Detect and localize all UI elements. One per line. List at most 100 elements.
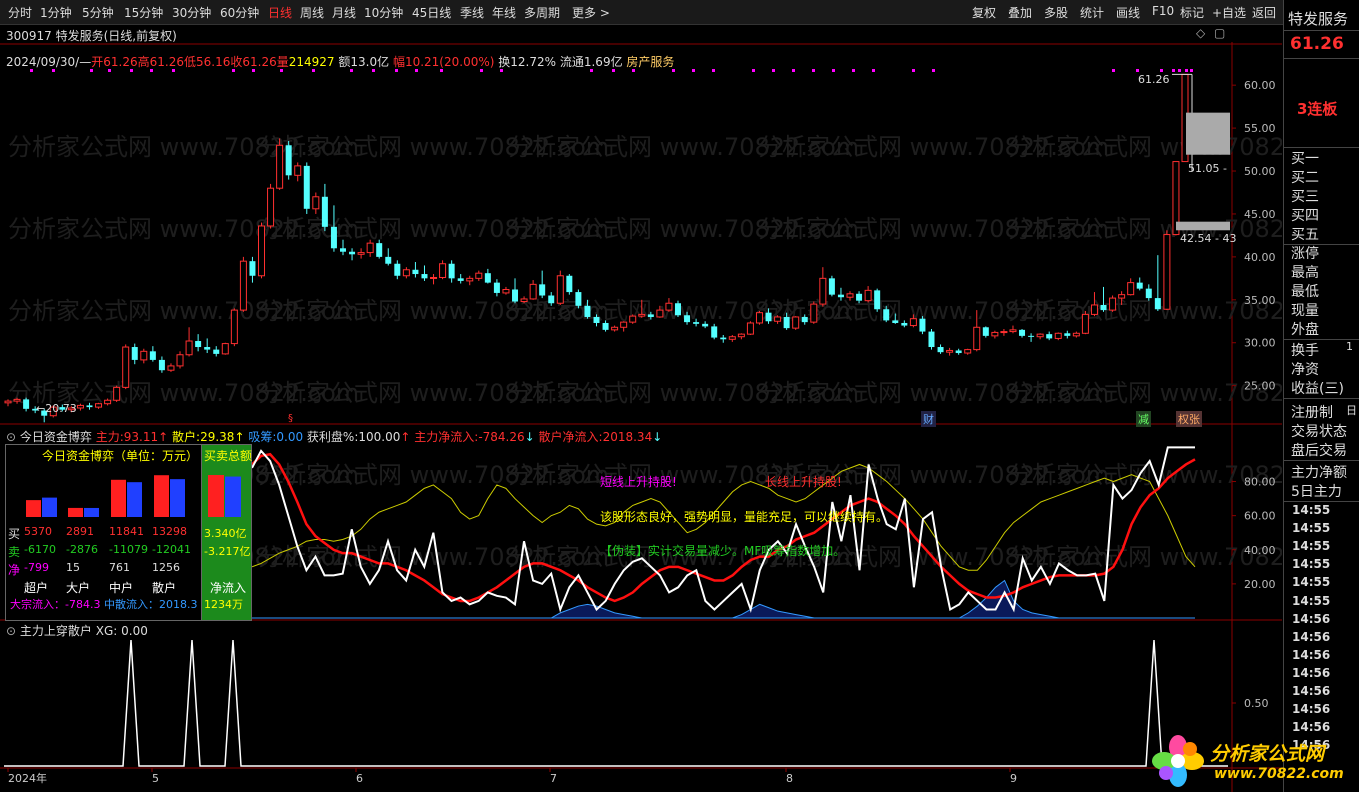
signal-dot bbox=[150, 69, 153, 72]
fund-sell-3: -12041 bbox=[152, 543, 191, 556]
logo-url: www.70822.com bbox=[1214, 766, 1344, 782]
candle bbox=[402, 267, 410, 279]
tick-time: 14:55 bbox=[1292, 503, 1331, 517]
candle bbox=[1127, 278, 1135, 296]
candle bbox=[566, 274, 573, 295]
candle bbox=[258, 222, 266, 279]
candle bbox=[964, 348, 972, 355]
x-axis-label: 7 bbox=[550, 772, 557, 785]
side-other-2: 盘后交易 bbox=[1291, 443, 1347, 459]
candle bbox=[611, 325, 619, 332]
signal-dot bbox=[752, 69, 755, 72]
candle bbox=[113, 385, 121, 402]
x-axis-label: 5 bbox=[152, 772, 159, 785]
tick-time: 14:55 bbox=[1292, 539, 1331, 554]
signal-dot bbox=[692, 69, 695, 72]
candle bbox=[529, 280, 537, 300]
signal-dot bbox=[1160, 69, 1163, 72]
indicator2-header: ⊙ 主力上穿散户 XG: 0.00 bbox=[6, 622, 148, 639]
candle bbox=[864, 286, 872, 303]
side-levels-3: 买四 bbox=[1291, 208, 1319, 224]
fund-buy-2: 11841 bbox=[109, 525, 144, 538]
signal-dot bbox=[1112, 69, 1115, 72]
finance-marker[interactable]: 财 bbox=[921, 411, 936, 427]
candle bbox=[991, 330, 999, 339]
watermark-text: 分析家公式网 www.70822.com bbox=[1008, 461, 1282, 489]
signal-dot bbox=[1178, 69, 1181, 72]
signal-dot bbox=[500, 69, 503, 72]
dazong-flow: 大宗流入：-784.3 bbox=[10, 598, 101, 611]
candle bbox=[176, 351, 184, 369]
fund-net-3: 1256 bbox=[152, 561, 180, 574]
signal-dot bbox=[415, 69, 418, 72]
indicator1-header: ⊙ 今日资金博弈 主力:93.11↑ 散户:29.38↑ 吸筹:0.00 获利盘… bbox=[6, 430, 663, 444]
candle bbox=[937, 344, 944, 354]
candle bbox=[95, 402, 103, 409]
candle bbox=[556, 270, 564, 305]
candle bbox=[276, 138, 284, 190]
kline-chart[interactable]: 分析家公式网 www.70822.com 分析家公式网 www.70822.com… bbox=[0, 0, 1282, 792]
price-axis-tick: 55.00 bbox=[1244, 122, 1276, 135]
collapse-icon[interactable]: ⊙ bbox=[6, 430, 16, 444]
signal-dot bbox=[130, 69, 133, 72]
candle bbox=[728, 335, 736, 342]
tick-time: 14:56 bbox=[1292, 684, 1331, 698]
short-term-text: 短线上升持股! bbox=[600, 475, 677, 489]
side-stats2-2: 收益(三) bbox=[1291, 381, 1344, 397]
candle bbox=[737, 333, 745, 340]
candle bbox=[330, 205, 337, 252]
candle bbox=[230, 308, 238, 347]
side-stats-1: 最高 bbox=[1291, 265, 1319, 281]
candle bbox=[466, 275, 474, 286]
quote-sidepanel: 特发服务 61.26 3连板 买一 买二 买三 买四 买五 涨停 最高 最低 现量 外盘 换手 净资收… bbox=[1283, 0, 1359, 792]
candle bbox=[430, 274, 438, 285]
total-sell-bar bbox=[225, 476, 241, 517]
candle bbox=[349, 248, 356, 261]
candle bbox=[1163, 230, 1171, 311]
candle bbox=[412, 262, 419, 278]
signal-dot bbox=[480, 69, 483, 72]
side-misc-1: 日 bbox=[1346, 404, 1357, 417]
indicator-axis-tick: 80.00 bbox=[1244, 476, 1276, 489]
net-inflow-total: 1234万 bbox=[204, 598, 243, 611]
site-logo: 分析家公式网 www.70822.com bbox=[1150, 733, 1350, 789]
tick-time: 14:56 bbox=[1292, 647, 1331, 662]
candle bbox=[294, 162, 302, 182]
collapse-icon-2[interactable]: ⊙ bbox=[6, 624, 16, 638]
candle bbox=[239, 256, 247, 312]
candle bbox=[385, 248, 392, 266]
rights-marker[interactable]: 权张 bbox=[1176, 411, 1202, 427]
signal-dot bbox=[252, 69, 255, 72]
candle bbox=[267, 183, 275, 229]
signal-dot bbox=[772, 69, 775, 72]
signal-dot bbox=[852, 69, 855, 72]
candle bbox=[629, 314, 637, 324]
signal-dot bbox=[232, 69, 235, 72]
candle bbox=[620, 321, 628, 332]
signal-dot bbox=[672, 69, 675, 72]
watermark-text: 分析家公式网 www.70822.com bbox=[1008, 297, 1282, 325]
sanhu-net-label: 散户净流入: bbox=[538, 430, 603, 444]
price-axis-tick: 60.00 bbox=[1244, 79, 1276, 92]
total-buy: 3.340亿 bbox=[204, 527, 247, 540]
reduce-marker[interactable]: 减 bbox=[1136, 411, 1151, 427]
candle bbox=[312, 192, 320, 214]
total-box-title: 买卖总额 bbox=[204, 449, 253, 463]
signal-dot bbox=[1136, 69, 1139, 72]
candle bbox=[149, 346, 156, 362]
candle bbox=[575, 289, 582, 309]
buy-bar bbox=[111, 479, 126, 517]
signal-dot bbox=[30, 69, 33, 72]
signal-dot bbox=[312, 69, 315, 72]
candle bbox=[955, 348, 962, 355]
candle bbox=[1028, 333, 1035, 342]
candle bbox=[357, 248, 365, 259]
fund-col-2: 中户 bbox=[109, 581, 134, 595]
candle bbox=[720, 335, 727, 343]
side-misc-0: 1 bbox=[1346, 340, 1353, 353]
tick-time: 14:55 bbox=[1292, 575, 1331, 590]
bid-price-label-2: 42.54 - 43 bbox=[1180, 232, 1237, 245]
fund-buy-0: 5370 bbox=[24, 525, 52, 538]
tick-time: 14:55 bbox=[1292, 521, 1331, 536]
candle bbox=[919, 316, 926, 335]
